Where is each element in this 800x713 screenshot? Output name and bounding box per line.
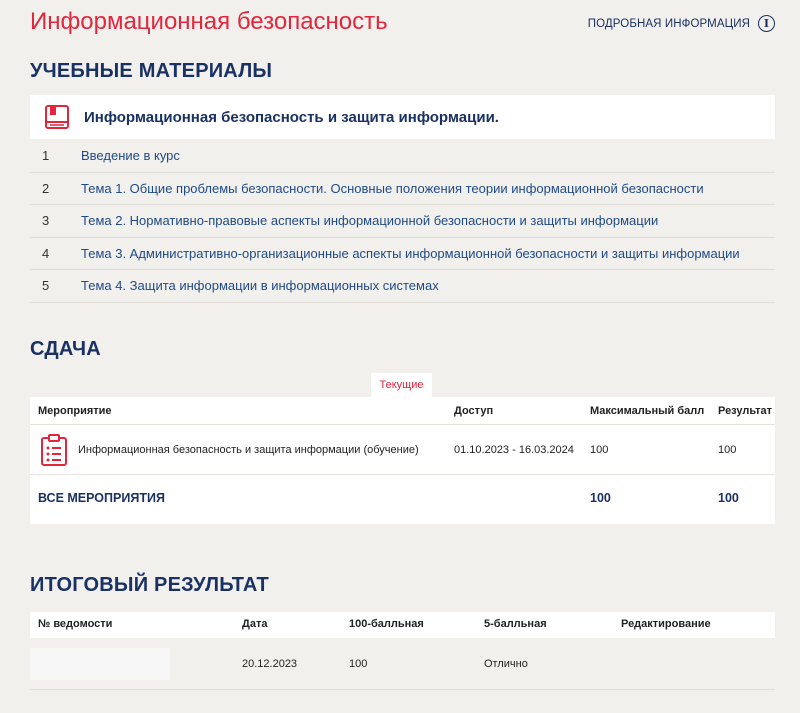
table-total-row: ВСЕ МЕРОПРИЯТИЯ 100 100 <box>30 475 775 523</box>
table-header: Мероприятие Доступ Максимальный балл Рез… <box>30 397 775 425</box>
topic-number: 2 <box>42 180 50 196</box>
topic-number: 5 <box>42 278 50 294</box>
final-result-table: № ведомости Дата 100-балльная 5-балльная… <box>30 612 775 690</box>
list-item: 5 Тема 4. Защита информации в информацио… <box>30 270 775 303</box>
submission-section-title: СДАЧА <box>30 338 101 360</box>
topic-link[interactable]: Тема 4. Защита информации в информационн… <box>81 278 439 293</box>
total-label: ВСЕ МЕРОПРИЯТИЯ <box>38 491 165 505</box>
more-info-label: ПОДРОБНАЯ ИНФОРМАЦИЯ <box>587 17 750 30</box>
result-score100: 100 <box>349 658 368 670</box>
column-header-editing: Редактирование <box>621 618 711 630</box>
final-section-title: ИТОГОВЫЙ РЕЗУЛЬТАТ <box>30 574 269 596</box>
column-header-result: Результат <box>718 405 773 417</box>
table-row: 20.12.2023 100 Отлично <box>30 638 775 690</box>
course-title: Информационная безопасность и защита инф… <box>84 108 499 126</box>
course-card[interactable]: Информационная безопасность и защита инф… <box>30 95 775 139</box>
result-score5: Отлично <box>484 658 528 670</box>
table-row[interactable]: Информационная безопасность и защита инф… <box>30 425 775 475</box>
column-header-sheet-no: № ведомости <box>38 618 113 630</box>
list-item: 2 Тема 1. Общие проблемы безопасности. О… <box>30 173 775 205</box>
column-header-access: Доступ <box>454 405 494 417</box>
tab-current[interactable]: Текущие <box>371 373 432 397</box>
topic-link[interactable]: Тема 3. Административно-организационные … <box>81 246 740 261</box>
info-icon[interactable]: i <box>758 15 775 32</box>
column-header-date: Дата <box>242 618 268 630</box>
event-access: 01.10.2023 - 16.03.2024 <box>454 444 574 456</box>
submission-table: Мероприятие Доступ Максимальный балл Рез… <box>30 397 775 524</box>
column-header-score5: 5-балльная <box>484 618 547 630</box>
topic-link[interactable]: Тема 1. Общие проблемы безопасности. Осн… <box>81 181 704 196</box>
list-item: 4 Тема 3. Административно-организационны… <box>30 238 775 270</box>
topic-number: 3 <box>42 213 50 229</box>
list-item: 1 Введение в курс <box>30 140 775 173</box>
sheet-number-redacted <box>30 648 170 680</box>
topic-number: 1 <box>42 148 50 164</box>
event-max-score: 100 <box>590 444 609 456</box>
column-header-max-score: Максимальный балл <box>590 405 705 417</box>
page-title: Информационная безопасность <box>30 8 388 35</box>
total-result: 100 <box>718 491 739 505</box>
event-name[interactable]: Информационная безопасность и защита инф… <box>78 444 419 456</box>
column-header-score100: 100-балльная <box>349 618 424 630</box>
book-icon <box>45 105 69 129</box>
clipboard-icon <box>41 434 67 466</box>
more-info-link[interactable]: ПОДРОБНАЯ ИНФОРМАЦИЯ i <box>588 15 775 32</box>
event-result: 100 <box>718 444 737 456</box>
topic-number: 4 <box>42 245 50 261</box>
topic-link[interactable]: Тема 2. Нормативно-правовые аспекты инфо… <box>81 213 658 228</box>
list-item: 3 Тема 2. Нормативно-правовые аспекты ин… <box>30 205 775 238</box>
topics-list: 1 Введение в курс 2 Тема 1. Общие пробле… <box>30 140 775 303</box>
total-max-score: 100 <box>590 491 611 505</box>
column-header-event: Мероприятие <box>38 405 112 417</box>
result-date: 20.12.2023 <box>242 658 298 670</box>
topic-link[interactable]: Введение в курс <box>81 148 180 163</box>
materials-section-title: УЧЕБНЫЕ МАТЕРИАЛЫ <box>30 60 273 82</box>
table-header: № ведомости Дата 100-балльная 5-балльная… <box>30 612 775 638</box>
